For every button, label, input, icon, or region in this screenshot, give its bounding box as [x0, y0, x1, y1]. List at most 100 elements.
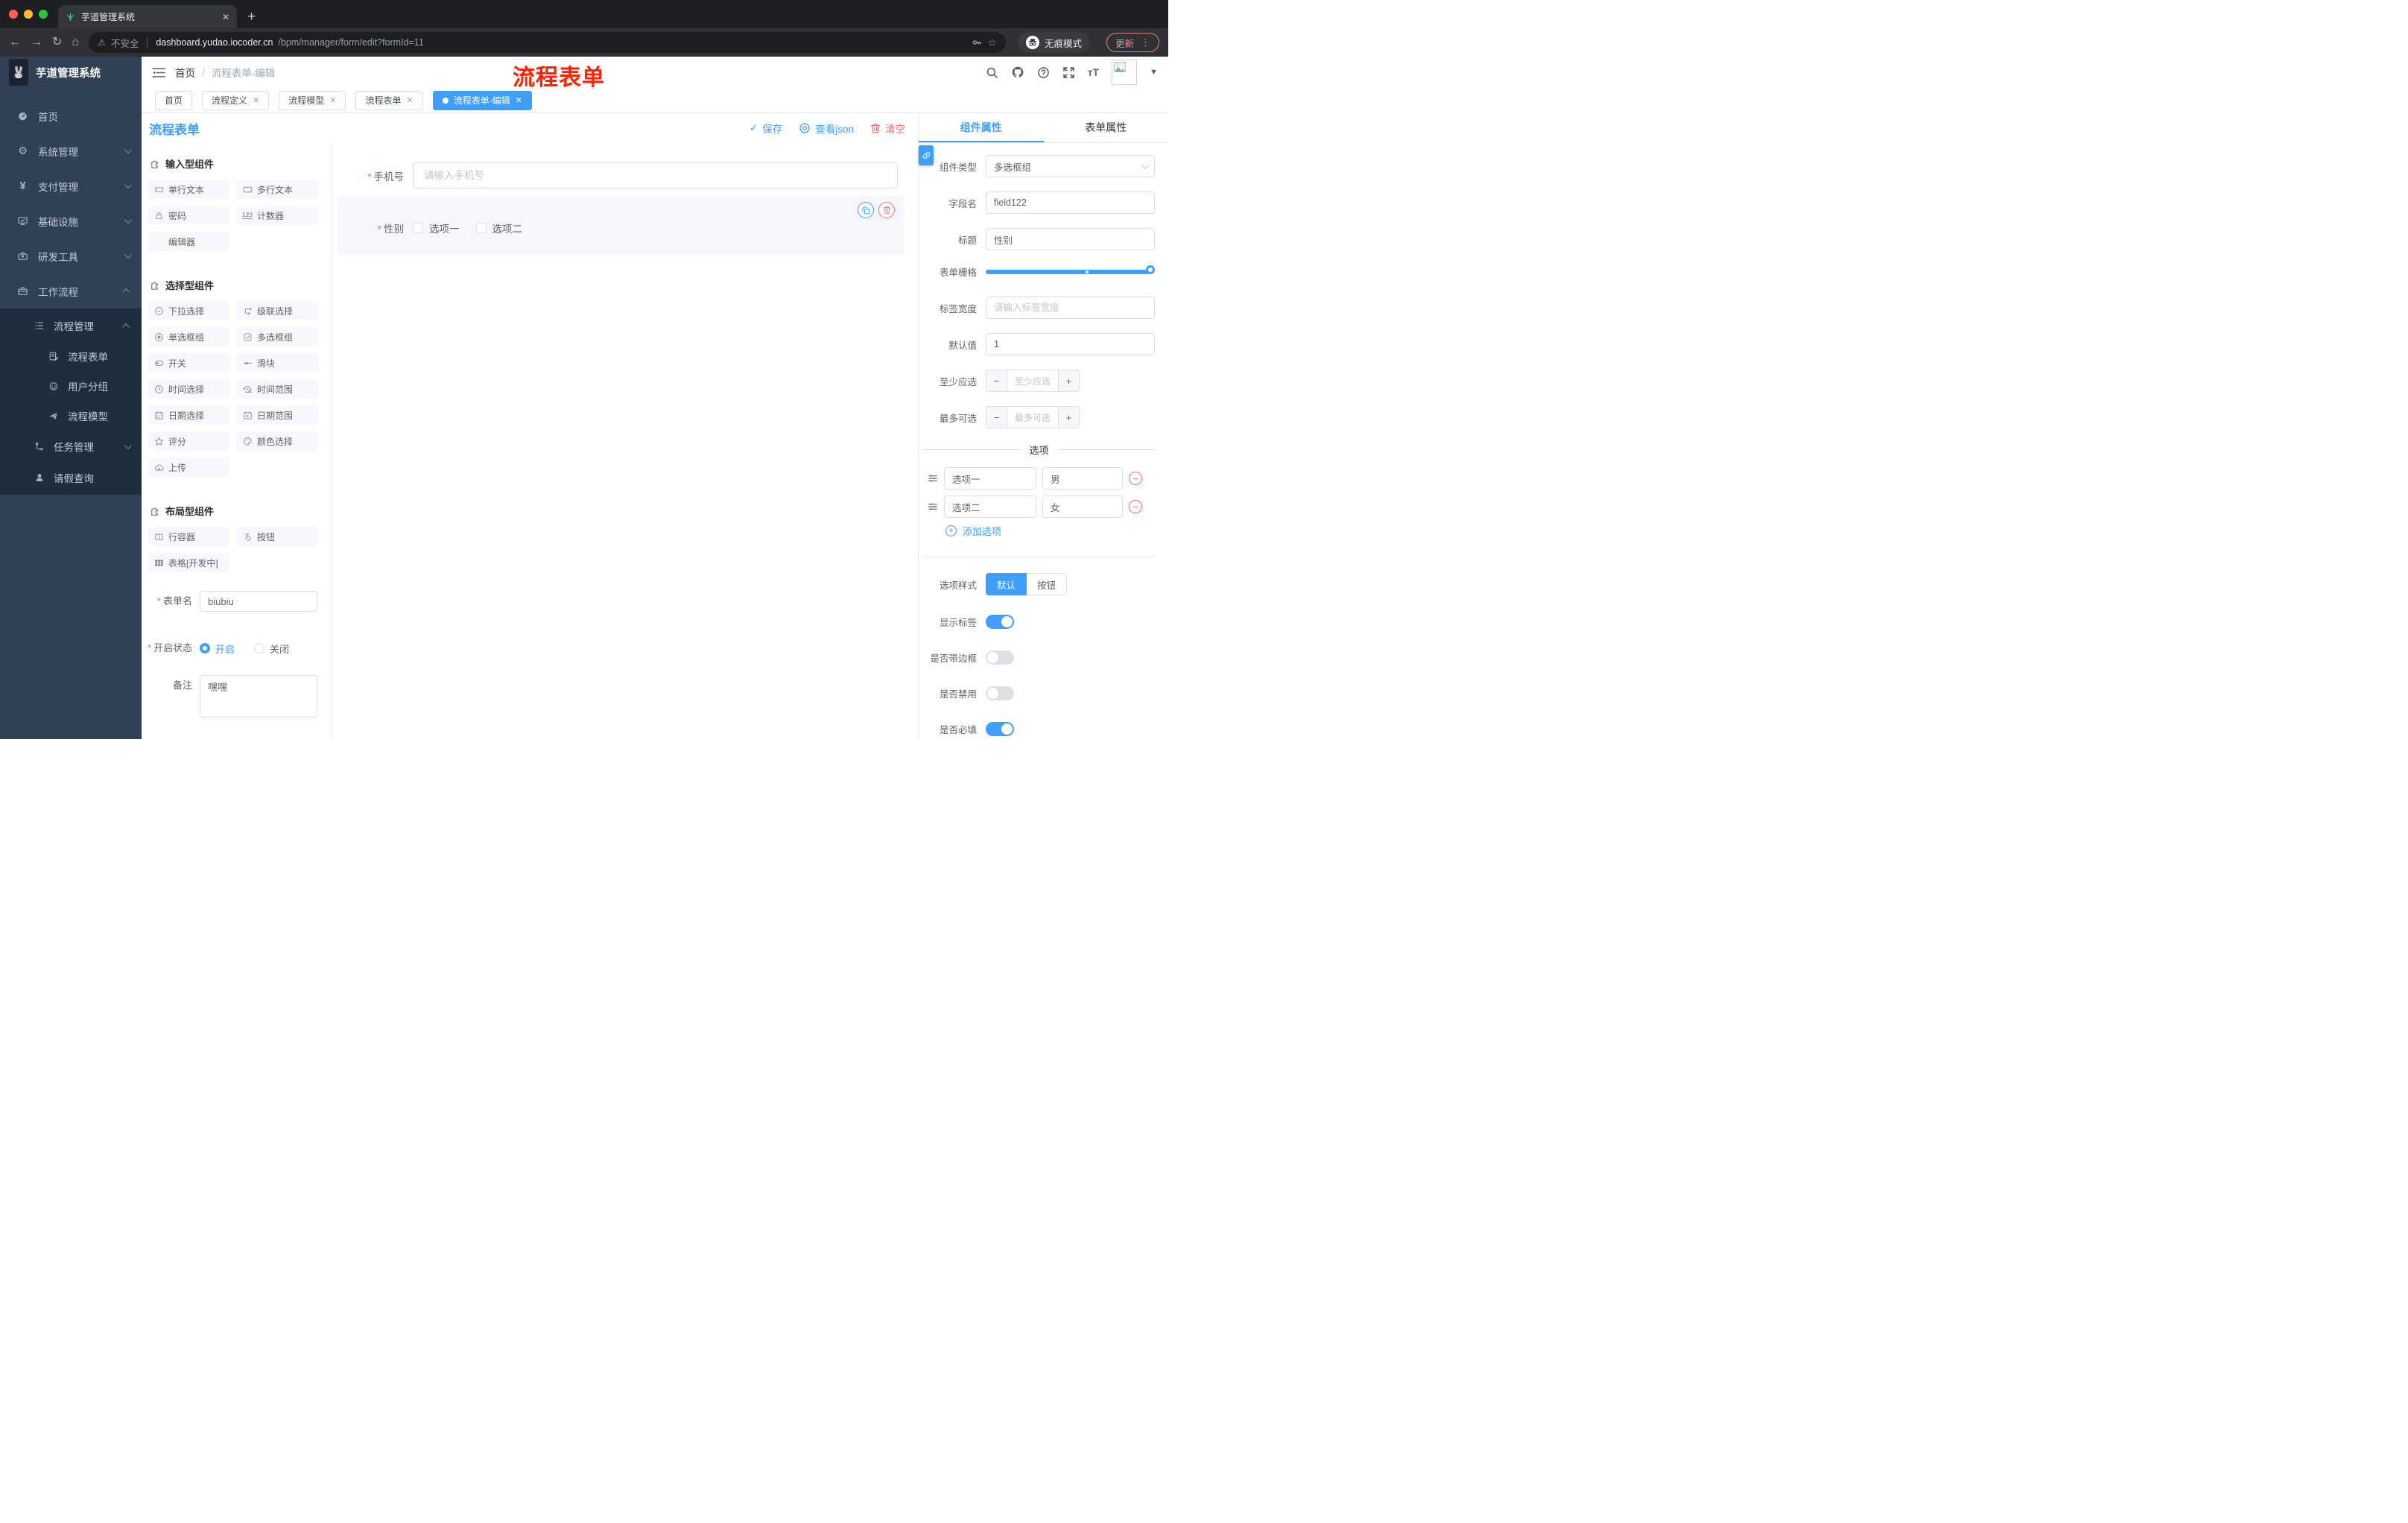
page-tab-process-definition[interactable]: 流程定义 ✕ [202, 90, 270, 110]
fullscreen-icon[interactable] [1062, 66, 1075, 79]
browser-tab[interactable]: 芋道管理系统 ✕ [58, 5, 237, 28]
home-icon[interactable]: ⌂ [72, 37, 79, 48]
minus-icon[interactable]: − [986, 370, 1007, 391]
plus-icon[interactable]: + [1058, 407, 1079, 428]
option-label-input[interactable] [944, 467, 1036, 490]
close-icon[interactable]: ✕ [407, 95, 414, 105]
drag-handle-icon[interactable] [928, 501, 938, 512]
status-radio-on[interactable]: 开启 [200, 642, 235, 656]
sidebar-item-workflow[interactable]: 工作流程 [0, 273, 142, 308]
component-date-picker[interactable]: 日期选择 [148, 405, 229, 425]
component-time-range[interactable]: 时间范围 [236, 379, 318, 399]
close-icon[interactable]: ✕ [516, 95, 522, 105]
back-icon[interactable]: ← [9, 37, 21, 48]
form-name-input[interactable] [200, 591, 317, 612]
close-icon[interactable]: ✕ [253, 95, 259, 105]
address-bar[interactable]: ⚠ 不安全 dashboard.yudao.iocoder.cn/bpm/man… [89, 32, 1006, 53]
checkbox-unchecked-icon[interactable] [475, 223, 487, 233]
min-select-placeholder[interactable]: 至少应选 [1007, 370, 1058, 391]
gender-option-2[interactable]: 选项二 [475, 221, 522, 235]
component-select[interactable]: 下拉选择 [148, 301, 229, 320]
breadcrumb-home[interactable]: 首页 [175, 65, 195, 80]
grid-slider[interactable] [986, 265, 1155, 274]
default-value-input[interactable] [986, 333, 1155, 355]
sidebar-item-home[interactable]: 首页 [0, 98, 142, 133]
page-tab-process-form-edit[interactable]: 流程表单-编辑 ✕ [432, 90, 532, 110]
key-icon[interactable] [972, 37, 982, 48]
component-row-container[interactable]: 行容器 [148, 527, 229, 546]
gender-option-1[interactable]: 选项一 [413, 221, 460, 235]
required-toggle[interactable] [986, 721, 1014, 736]
component-slider[interactable]: 滑块 [236, 353, 318, 373]
tab-component-props[interactable]: 组件属性 [919, 113, 1044, 142]
component-time-picker[interactable]: 时间选择 [148, 379, 229, 399]
help-icon[interactable] [1037, 66, 1050, 79]
delete-component-button[interactable] [878, 202, 895, 218]
style-default-button[interactable]: 默认 [986, 573, 1027, 595]
sidebar-item-task-manage[interactable]: 任务管理 [0, 431, 142, 462]
avatar-caret-icon[interactable]: ▼ [1150, 68, 1158, 77]
checkbox-unchecked-icon[interactable] [413, 223, 423, 233]
max-select-placeholder[interactable]: 最多可选 [1007, 407, 1058, 428]
clear-button[interactable]: 清空 [870, 121, 905, 136]
component-color-picker[interactable]: 颜色选择 [236, 431, 318, 451]
component-rate[interactable]: 评分 [148, 431, 229, 451]
page-tab-process-model[interactable]: 流程模型 ✕ [279, 90, 346, 110]
disabled-toggle[interactable] [986, 685, 1014, 700]
title-input[interactable] [986, 228, 1155, 250]
component-date-range[interactable]: 日期范围 [236, 405, 318, 425]
form-remark-textarea[interactable]: 嘿嘿 [200, 675, 317, 718]
component-button[interactable]: 按钮 [236, 527, 318, 546]
update-button[interactable]: 更新 ⋮ [1106, 33, 1159, 52]
component-multi-text[interactable]: 多行文本 [236, 180, 318, 199]
component-password[interactable]: 密码 [148, 206, 229, 225]
browser-menu-icon[interactable]: ⋮ [1141, 37, 1150, 48]
label-width-input[interactable] [986, 297, 1155, 319]
tab-form-props[interactable]: 表单属性 [1044, 113, 1169, 142]
window-minimize-button[interactable] [24, 10, 33, 19]
page-tab-home[interactable]: 首页 [155, 90, 193, 110]
option-label-input[interactable] [944, 495, 1036, 518]
sidebar-collapse-icon[interactable] [152, 67, 165, 78]
tab-close-icon[interactable]: ✕ [222, 12, 229, 22]
slider-handle[interactable] [1146, 265, 1155, 274]
sidebar-item-infra[interactable]: 基础设施 [0, 203, 142, 238]
component-upload[interactable]: 上传 [148, 457, 229, 477]
component-checkbox-group[interactable]: 多选框组 [236, 327, 318, 346]
save-button[interactable]: ✓ 保存 [750, 121, 782, 136]
field-name-input[interactable] [986, 191, 1155, 214]
view-json-button[interactable]: 查看json [799, 121, 854, 136]
search-icon[interactable] [986, 66, 998, 79]
sidebar-item-payment[interactable]: ¥ 支付管理 [0, 168, 142, 203]
sidebar-item-user-group[interactable]: 用户分组 [0, 371, 142, 401]
add-option-button[interactable]: + 添加选项 [945, 524, 1155, 538]
font-size-icon[interactable]: ᴛT [1088, 66, 1099, 78]
phone-input[interactable] [413, 162, 898, 189]
github-icon[interactable] [1011, 66, 1024, 79]
forward-icon[interactable]: → [31, 37, 42, 48]
window-zoom-button[interactable] [39, 10, 48, 19]
bookmark-star-icon[interactable]: ☆ [987, 37, 997, 49]
option-value-input[interactable] [1042, 495, 1123, 518]
canvas-field-phone[interactable]: 手机号 [338, 162, 898, 189]
component-editor[interactable]: 编辑器 [148, 232, 229, 251]
status-radio-off[interactable]: 关闭 [254, 642, 289, 656]
component-cascader[interactable]: 级联选择 [236, 301, 318, 320]
sidebar-item-process-form[interactable]: 流程表单 [0, 341, 142, 371]
component-switch[interactable]: 开关 [148, 353, 229, 373]
minus-icon[interactable]: − [986, 407, 1007, 428]
close-icon[interactable]: ✕ [329, 95, 336, 105]
window-close-button[interactable] [9, 10, 18, 19]
reload-icon[interactable]: ↻ [52, 37, 62, 48]
with-border-toggle[interactable] [986, 650, 1014, 665]
component-table-dev[interactable]: 表格[开发中] [148, 553, 229, 572]
canvas-field-gender-selected[interactable]: 性别 选项一 选项二 [338, 196, 904, 255]
remove-option-button[interactable]: − [1129, 500, 1142, 513]
page-tab-process-form[interactable]: 流程表单 ✕ [355, 90, 423, 110]
sidebar-item-process-model[interactable]: 流程模型 [0, 401, 142, 431]
show-label-toggle[interactable] [986, 614, 1014, 629]
plus-icon[interactable]: + [1058, 370, 1079, 391]
link-handle[interactable] [919, 145, 934, 165]
component-type-select[interactable]: 多选框组 [986, 155, 1155, 177]
user-avatar[interactable] [1112, 60, 1138, 85]
